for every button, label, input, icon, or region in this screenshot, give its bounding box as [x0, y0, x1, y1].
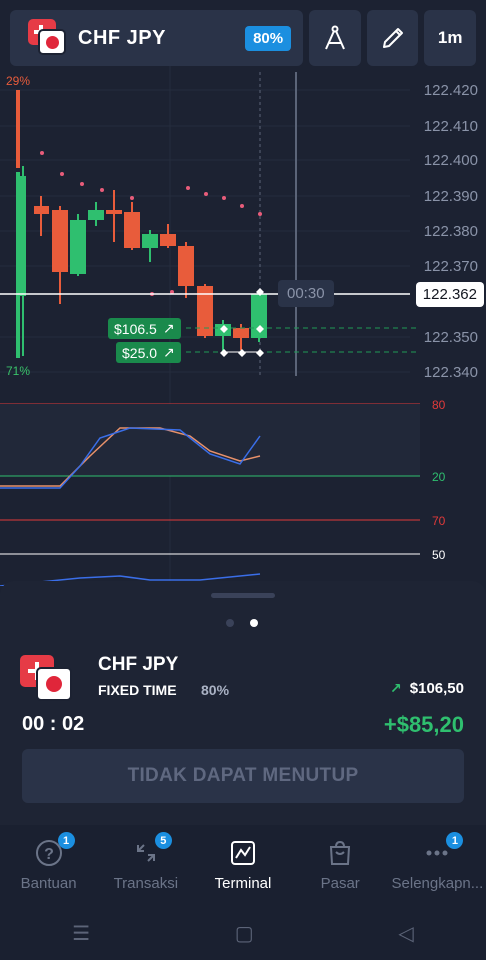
- indicator-edit-button[interactable]: [366, 10, 419, 66]
- home-icon[interactable]: ▢: [235, 921, 254, 946]
- price-axis-label: 122.420: [423, 82, 478, 99]
- system-nav-bar: ☰ ▢ ◁: [0, 907, 486, 960]
- nav-item-help[interactable]: ? 1 Bantuan: [0, 825, 97, 907]
- page-dot-active[interactable]: [250, 619, 258, 627]
- asset-name: CHF JPY: [78, 26, 166, 49]
- page-dot[interactable]: [226, 619, 234, 627]
- trade-tag-amount: $25.0: [122, 344, 158, 361]
- back-icon[interactable]: ◁: [398, 921, 413, 946]
- arrow-up-right-icon: ↗: [163, 344, 175, 360]
- sentiment-up-label: 29%: [6, 74, 31, 88]
- nav-item-more[interactable]: 1 Selengkapn...: [389, 825, 486, 907]
- nav-item-transactions[interactable]: 5 Transaksi: [97, 825, 194, 907]
- trade-asset-name: CHF JPY: [98, 654, 179, 675]
- sentiment-up-bar: [16, 90, 20, 168]
- price-axis-label: 122.410: [423, 118, 478, 135]
- price-chart[interactable]: 29% 71% 122.420 122.410 122.400 122.390 …: [0, 66, 486, 586]
- price-axis-label: 122.340: [423, 364, 478, 381]
- help-icon: ? 1: [33, 832, 75, 869]
- nav-label: Transaksi: [113, 875, 179, 892]
- market-icon: [324, 837, 356, 869]
- stochastic-level-label: 80: [432, 398, 446, 412]
- rsi-level-label: 50: [432, 548, 446, 562]
- compass-icon: [324, 25, 345, 50]
- arrow-up-right-icon: ↗: [162, 320, 175, 336]
- nav-label: Bantuan: [20, 875, 77, 892]
- sentiment-down-bar: [16, 172, 20, 358]
- recent-apps-icon[interactable]: ☰: [72, 921, 90, 946]
- trade-tag-2[interactable]: $25.0 ↗: [116, 342, 181, 363]
- svg-text:?: ?: [44, 846, 54, 863]
- page-indicator: [226, 619, 258, 627]
- payout-badge: 80%: [245, 25, 292, 51]
- nav-label: Pasar: [320, 875, 360, 892]
- close-trade-button[interactable]: TIDAK DAPAT MENUTUP: [22, 749, 464, 803]
- nav-label: Selengkapn...: [391, 875, 484, 892]
- nav-item-terminal[interactable]: Terminal: [194, 825, 291, 907]
- trade-sheet: CHF JPY FIXED TIME 80% ↗ $106,50 00 : 02…: [0, 581, 486, 825]
- price-axis-label: 122.370: [423, 258, 478, 275]
- pencil-icon: [382, 28, 403, 48]
- top-toolbar: CHF JPY 80% 1m: [10, 10, 477, 66]
- expiry-timer: 00:30: [278, 280, 334, 307]
- price-axis-label: 122.400: [423, 152, 478, 169]
- current-price-label: 122.362: [415, 282, 484, 307]
- timeframe-button[interactable]: 1m: [424, 10, 477, 66]
- chart-canvas: [0, 66, 420, 586]
- nav-label: Terminal: [214, 875, 272, 892]
- bottom-nav: ? 1 Bantuan 5 Transaksi Terminal Pasar 1…: [0, 825, 486, 907]
- sentiment-down-label: 71%: [6, 364, 31, 378]
- chf-jpy-flag-icon: [20, 655, 72, 701]
- trade-time-left: 00 : 02: [22, 713, 85, 735]
- nav-item-market[interactable]: Pasar: [292, 825, 389, 907]
- trade-profit: +$85,20: [383, 712, 464, 737]
- arrow-up-right-icon: ↗: [390, 680, 402, 696]
- trade-type: FIXED TIME: [98, 682, 177, 698]
- nav-badge: 5: [154, 832, 172, 849]
- price-axis-label: 122.350: [423, 329, 478, 346]
- stochastic-level-label: 20: [432, 470, 446, 484]
- nav-badge: 1: [446, 832, 464, 849]
- more-icon: 1: [421, 832, 464, 869]
- trade-tag-1[interactable]: $106.5 ↗: [108, 318, 181, 339]
- nav-badge: 1: [57, 832, 75, 849]
- trade-amount-value: $106,50: [409, 680, 464, 697]
- rsi-level-label: 70: [432, 514, 446, 528]
- trade-tag-amount: $106.5: [114, 320, 157, 337]
- drawing-tools-button[interactable]: [309, 10, 361, 66]
- asset-selector-button[interactable]: CHF JPY 80%: [10, 10, 304, 66]
- trade-payout: 80%: [201, 682, 230, 698]
- price-axis-label: 122.390: [423, 188, 478, 205]
- chf-jpy-flag-icon: [22, 19, 68, 57]
- price-axis-label: 122.380: [423, 223, 478, 240]
- terminal-icon: [227, 837, 259, 869]
- sheet-drag-handle[interactable]: [211, 593, 275, 598]
- transactions-icon: 5: [130, 832, 172, 869]
- trade-amount: ↗ $106,50: [390, 680, 464, 697]
